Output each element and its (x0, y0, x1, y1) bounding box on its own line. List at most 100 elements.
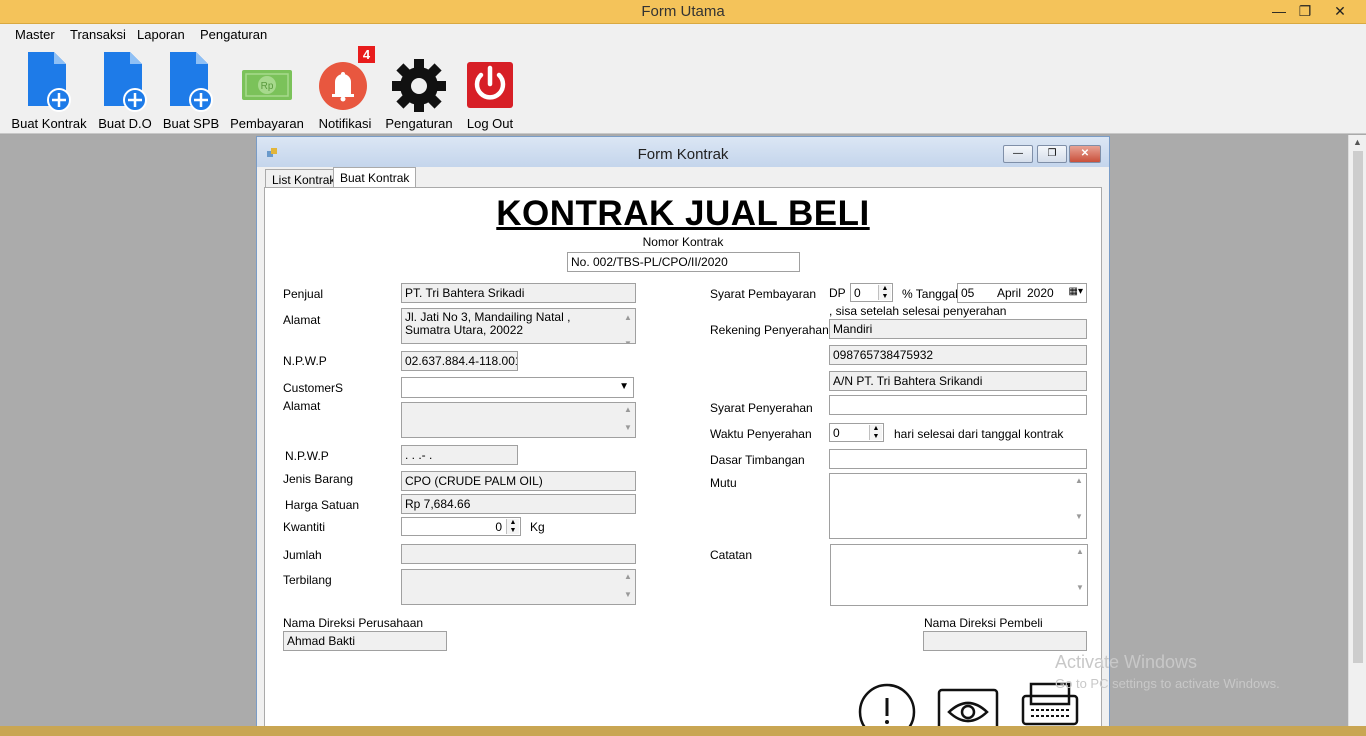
alamat-field[interactable]: Jl. Jati No 3, Mandailing Natal , Sumatr… (401, 308, 636, 344)
tab-list-kontrak[interactable]: List Kontrak (265, 169, 343, 189)
customer-dropdown[interactable]: ▼ (401, 377, 634, 398)
dasar-timbangan-field[interactable] (829, 449, 1087, 469)
harga-satuan-label: Harga Satuan (285, 498, 360, 512)
app-titlebar: Form Utama — ❐ ✕ (0, 0, 1366, 24)
harga-satuan-field[interactable]: Rp 7,684.66 (401, 494, 636, 514)
chevron-down-icon[interactable]: ▼ (619, 381, 629, 392)
alamat-scrollbar[interactable]: ▲ ▼ (623, 311, 633, 343)
kwantiti-stepper[interactable]: 0 ▲ ▼ (401, 517, 521, 536)
nomor-kontrak-field[interactable]: No. 002/TBS-PL/CPO/II/2020 (567, 252, 800, 272)
menu-master[interactable]: Master (15, 27, 55, 42)
kg-label: Kg (530, 520, 545, 534)
form-kontrak-window: Form Kontrak — ❐ ✕ List Kontrak Buat Kon… (256, 136, 1110, 728)
menu-bar: Master Transaksi Laporan Pengaturan (0, 24, 1366, 46)
syarat-penyerahan-label: Syarat Penyerahan (710, 401, 813, 415)
mutu-label: Mutu (710, 476, 737, 490)
taskbar (0, 726, 1366, 736)
kwantiti-label: Kwantiti (283, 520, 326, 534)
dasar-timbangan-label: Dasar Timbangan (710, 453, 805, 467)
workspace-scrollbar[interactable]: ▲ (1348, 135, 1366, 726)
tanggal-label: % Tanggal (902, 287, 958, 301)
pembayaran-button[interactable]: Rp Pembayaran (230, 48, 304, 131)
child-maximize-button[interactable]: ❐ (1037, 145, 1067, 163)
kwantiti-spin-buttons[interactable]: ▲ ▼ (506, 519, 519, 534)
waktu-suffix: hari selesai dari tanggal kontrak (894, 427, 1064, 441)
nomor-kontrak-label: Nomor Kontrak (642, 235, 724, 249)
refresh-alert-icon[interactable] (857, 682, 917, 727)
file-add-icon (104, 52, 147, 112)
syarat-pembayaran-label: Syarat Pembayaran (710, 287, 817, 301)
terbilang-field[interactable]: ▲ ▼ (401, 569, 636, 605)
file-add-icon (170, 52, 213, 112)
jumlah-field[interactable] (401, 544, 636, 564)
dp-value: 0 (854, 286, 861, 300)
app-title: Form Utama (641, 3, 725, 20)
waktu-value: 0 (833, 426, 840, 440)
notification-badge: 4 (358, 46, 375, 63)
catatan-label: Catatan (710, 548, 753, 562)
close-button[interactable]: ✕ (1320, 0, 1360, 22)
file-add-icon (28, 52, 71, 112)
rekening-label: Rekening Penyerahan (710, 323, 829, 337)
menu-laporan[interactable]: Laporan (137, 27, 185, 42)
dp-spin-buttons[interactable]: ▲ ▼ (878, 285, 891, 300)
mutu-scrollbar[interactable]: ▲ ▼ (1074, 476, 1084, 536)
buat-spb-button[interactable]: Buat SPB (163, 48, 219, 131)
direksi-perusahaan-field[interactable]: Ahmad Bakti (283, 631, 447, 651)
power-icon (467, 62, 513, 108)
rekening-an-field[interactable]: A/N PT. Tri Bahtera Srikandi (829, 371, 1087, 391)
form-page: KONTRAK JUAL BELI Nomor Kontrak No. 002/… (264, 187, 1102, 728)
waktu-stepper[interactable]: 0 ▲ ▼ (829, 423, 884, 442)
syarat-penyerahan-field[interactable] (829, 395, 1087, 415)
alamat-value: Jl. Jati No 3, Mandailing Natal , Sumatr… (405, 310, 571, 337)
child-minimize-button[interactable]: — (1003, 145, 1033, 163)
logout-label: Log Out (466, 116, 514, 131)
terbilang-label: Terbilang (283, 573, 332, 587)
dp-stepper[interactable]: 0 ▲ ▼ (850, 283, 893, 302)
buat-do-button[interactable]: Buat D.O (98, 48, 152, 131)
scrollbar-thumb[interactable] (1353, 151, 1363, 663)
npwp-label: N.P.W.P (283, 354, 327, 368)
npwp-field[interactable]: 02.637.884.4-118.001 (401, 351, 518, 371)
kwantiti-value: 0 (495, 520, 502, 534)
penjual-field[interactable]: PT. Tri Bahtera Srikadi (401, 283, 636, 303)
dp-label: DP (829, 286, 846, 300)
menu-pengaturan[interactable]: Pengaturan (200, 27, 267, 42)
sisa-label: , sisa setelah selesai penyerahan (829, 304, 1007, 318)
jenis-barang-field[interactable]: CPO (CRUDE PALM OIL) (401, 471, 636, 491)
alamat2-field[interactable]: ▲ ▼ (401, 402, 636, 438)
toolbar: Buat Kontrak Buat D.O Buat SPB Rp Pembay… (0, 46, 1366, 134)
jumlah-label: Jumlah (283, 548, 322, 562)
npwp2-field[interactable]: . . .- . (401, 445, 518, 465)
catatan-scrollbar[interactable]: ▲ ▼ (1075, 547, 1085, 603)
jenis-barang-label: Jenis Barang (283, 472, 354, 486)
rekening-no-field[interactable]: 098765738475932 (829, 345, 1087, 365)
pengaturan-button[interactable]: Pengaturan (385, 48, 453, 131)
money-icon: Rp (242, 70, 292, 100)
tab-buat-kontrak[interactable]: Buat Kontrak (333, 167, 417, 189)
calendar-icon[interactable]: ▦▾ (1069, 286, 1083, 297)
mutu-field[interactable]: ▲ ▼ (829, 473, 1087, 539)
customer-label: CustomerS (283, 381, 344, 395)
buat-kontrak-button[interactable]: Buat Kontrak (11, 48, 87, 131)
tanggal-datepicker[interactable]: 05 April 2020 ▦▾ (957, 283, 1087, 303)
logout-button[interactable]: Log Out (466, 48, 514, 131)
terbilang-scrollbar[interactable]: ▲ ▼ (623, 572, 633, 602)
scroll-up-icon[interactable]: ▲ (1353, 137, 1362, 147)
activate-watermark-sub: Go to PC settings to activate Windows. (1055, 676, 1280, 691)
restore-button[interactable]: ❐ (1290, 0, 1320, 22)
alamat-label: Alamat (283, 313, 321, 327)
preview-eye-icon[interactable] (937, 688, 999, 728)
tanggal-year: 2020 (1027, 286, 1054, 300)
notifikasi-button[interactable]: 4 Notifikasi (318, 46, 375, 131)
alamat2-scrollbar[interactable]: ▲ ▼ (623, 405, 633, 435)
direksi-pembeli-field[interactable] (923, 631, 1087, 651)
rekening-bank-field[interactable]: Mandiri (829, 319, 1087, 339)
contract-heading: KONTRAK JUAL BELI (496, 194, 870, 233)
child-titlebar: Form Kontrak — ❐ ✕ (257, 137, 1109, 167)
menu-transaksi[interactable]: Transaksi (70, 27, 126, 42)
child-close-button[interactable]: ✕ (1069, 145, 1101, 163)
catatan-field[interactable]: ▲ ▼ (830, 544, 1088, 606)
waktu-spin-buttons[interactable]: ▲ ▼ (869, 425, 882, 440)
tanggal-day: 05 (961, 286, 975, 300)
